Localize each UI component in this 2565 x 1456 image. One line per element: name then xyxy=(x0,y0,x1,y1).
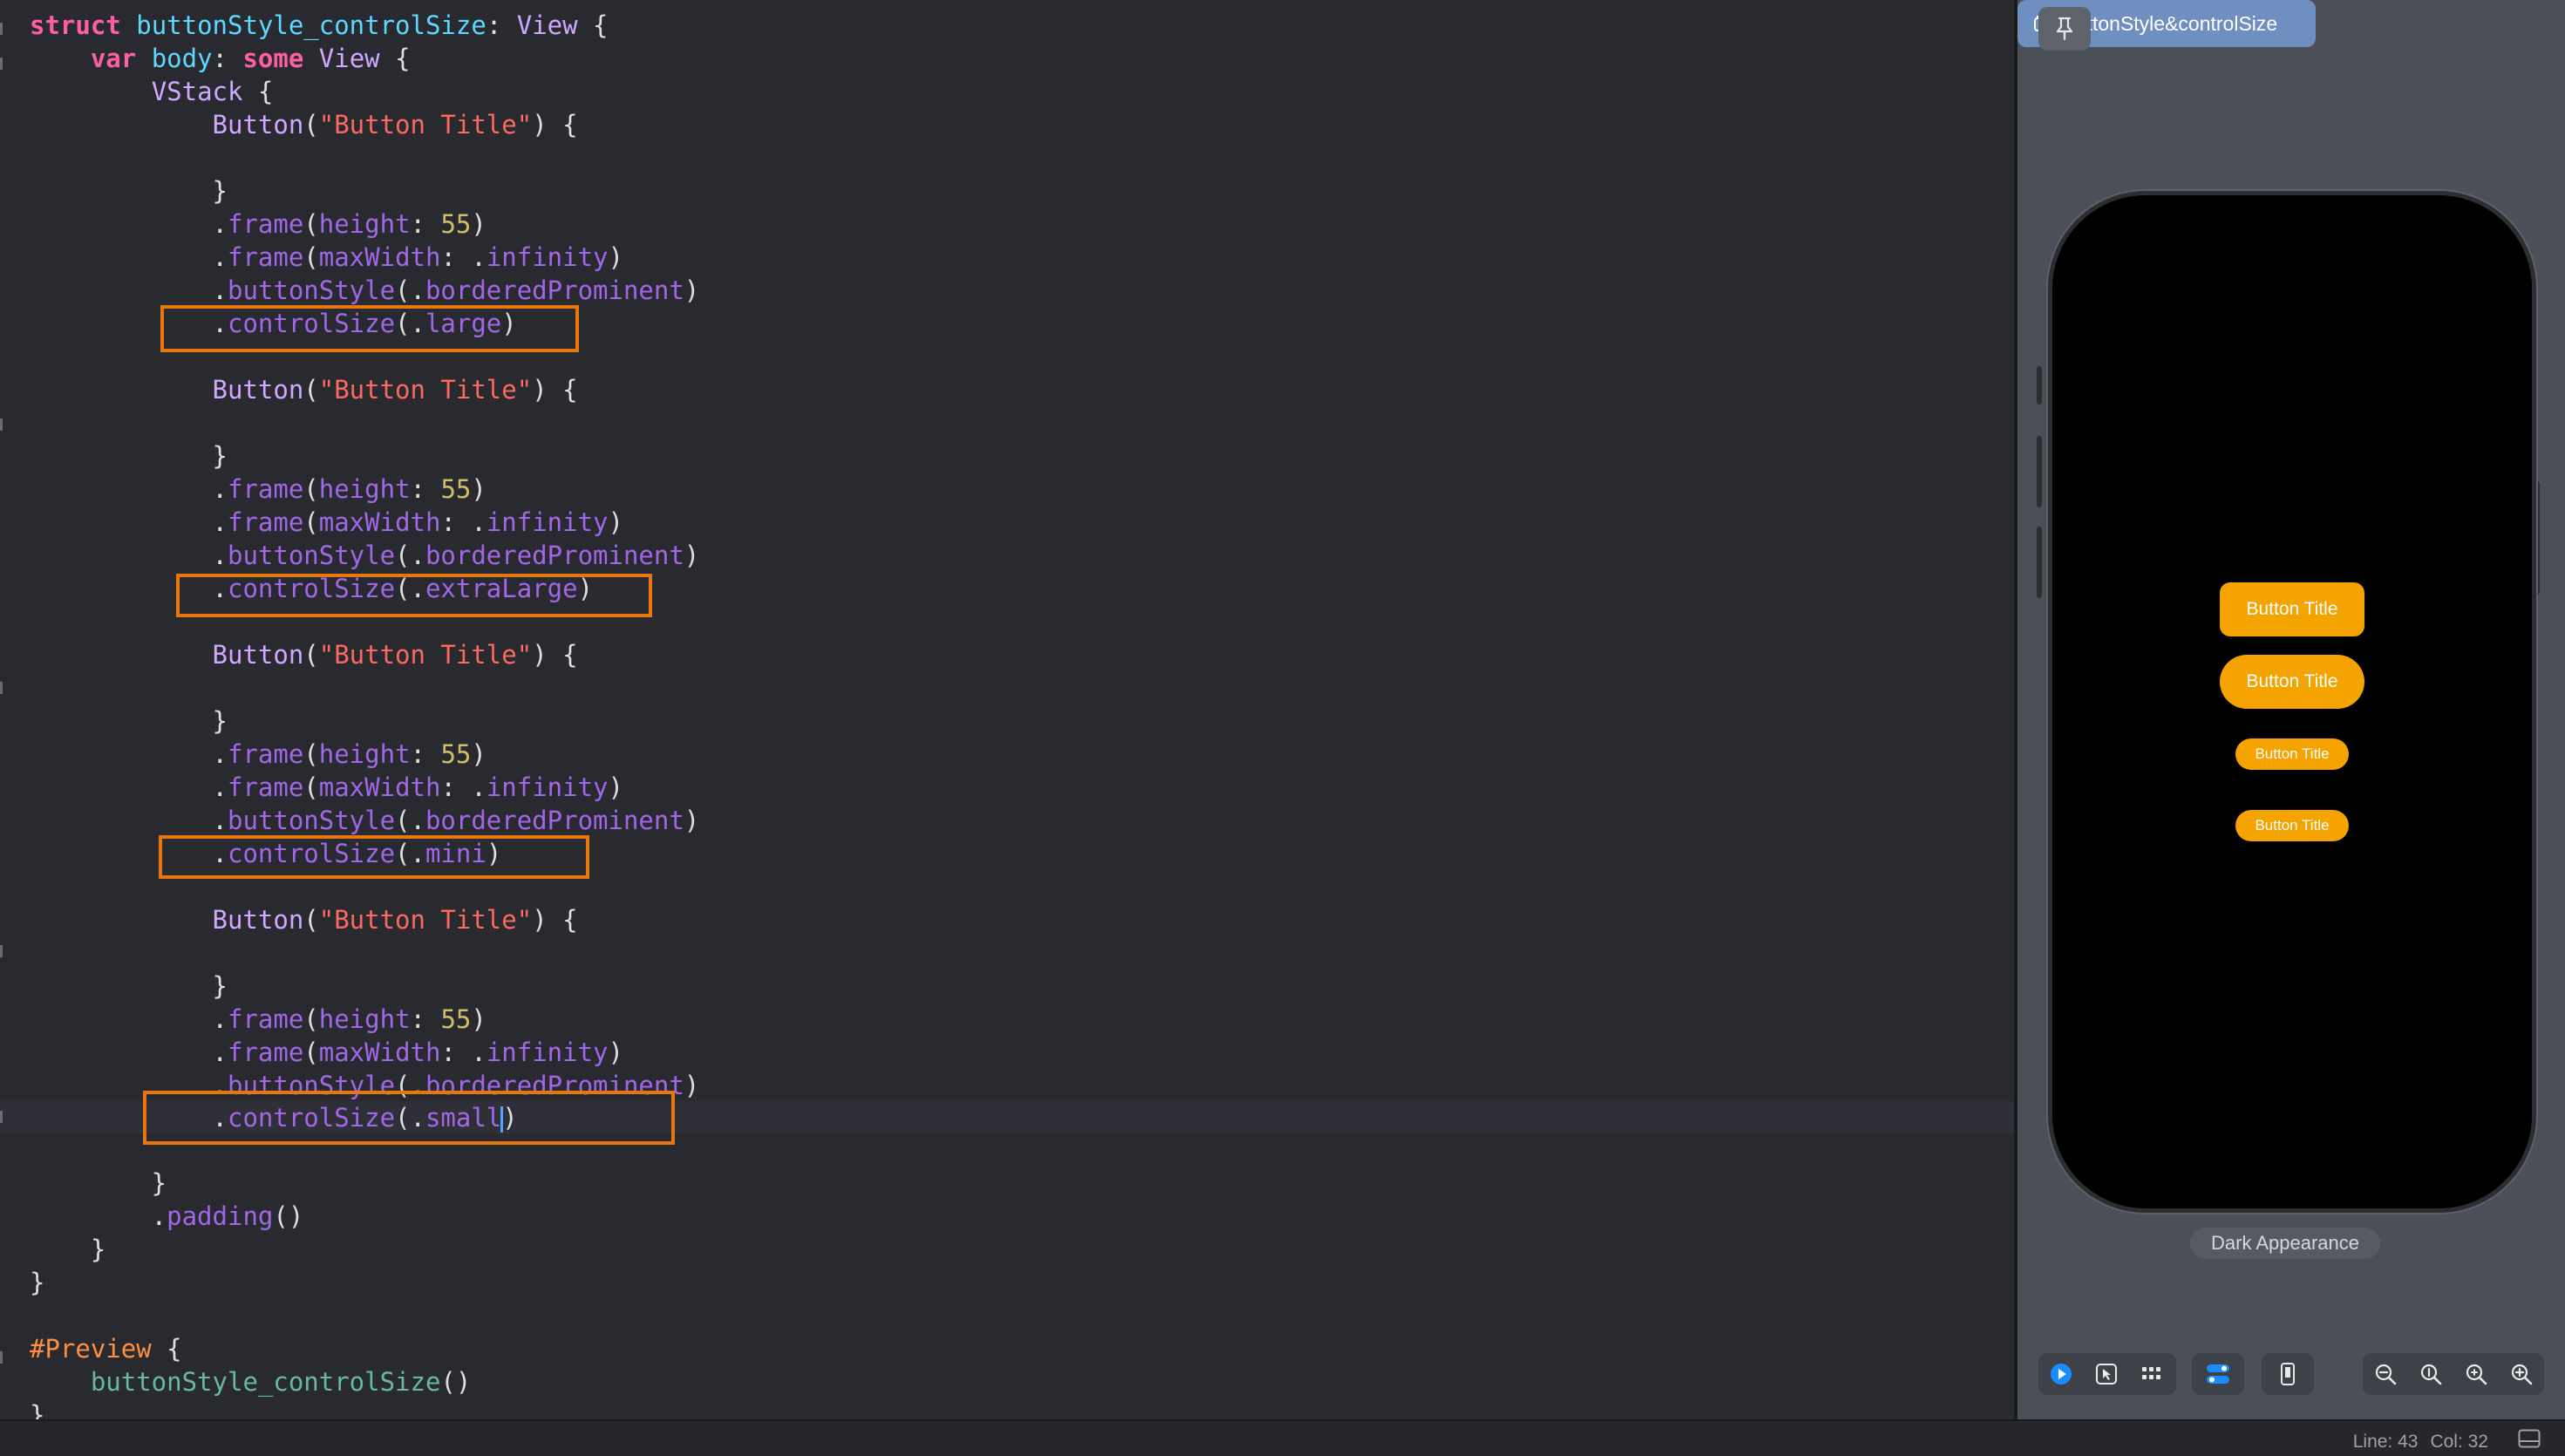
code-line-frame-maxwidth: .frame(maxWidth: .infinity) xyxy=(30,1038,624,1067)
code-line-frame-maxwidth: .frame(maxWidth: .infinity) xyxy=(30,772,624,802)
code-line-struct: struct buttonStyle_controlSize: View { xyxy=(30,10,609,40)
variants-mode-button[interactable] xyxy=(2129,1353,2174,1395)
zoom-fit-button[interactable] xyxy=(2453,1353,2499,1395)
code-line-close-brace: } xyxy=(30,441,228,471)
preview-button-small[interactable]: Button Title xyxy=(2235,810,2349,841)
code-line-button: Button("Button Title") { xyxy=(212,640,578,670)
line-number: Line: 43 xyxy=(2352,1432,2419,1452)
grid-variants-icon xyxy=(2142,1367,2160,1379)
code-line-button: Button("Button Title") { xyxy=(212,375,578,405)
gutter-marker xyxy=(0,23,3,35)
code-line-frame-maxwidth: .frame(maxWidth: .infinity) xyxy=(30,242,624,272)
code-line-padding: .padding() xyxy=(30,1201,304,1231)
cursor-position: Line: 43 Col: 32 xyxy=(2341,1432,2488,1453)
code-line-buttonstyle: .buttonStyle(.borderedProminent) xyxy=(30,541,700,570)
appearance-label[interactable]: Dark Appearance xyxy=(2190,1228,2380,1259)
preview-tab-label: buttonStyle&controlSize xyxy=(2065,11,2278,35)
code-line-button: Button("Button Title") { xyxy=(212,905,578,935)
highlight-box-small xyxy=(143,1091,675,1145)
live-mode-button[interactable] xyxy=(2038,1353,2084,1395)
device-group xyxy=(2262,1353,2314,1395)
status-bar: Line: 43 Col: 32 xyxy=(0,1419,2565,1456)
gutter-marker xyxy=(0,418,3,431)
preview-button-large[interactable]: Button Title xyxy=(2220,582,2364,636)
pin-icon xyxy=(2056,17,2073,41)
zoom-in-button[interactable] xyxy=(2499,1353,2544,1395)
code-line-close-body: } xyxy=(30,1235,106,1264)
code-line-frame-height: .frame(height: 55) xyxy=(30,209,486,239)
preview-button-label: Button Title xyxy=(2255,745,2330,762)
select-cursor-icon xyxy=(2096,1364,2117,1385)
device-settings-button[interactable] xyxy=(2195,1353,2241,1395)
code-line-vstack: VStack { xyxy=(151,77,274,106)
code-editor[interactable]: struct buttonStyle_controlSize: View { v… xyxy=(0,0,2014,1419)
device-icon xyxy=(2281,1363,2295,1385)
code-line-frame-height: .frame(height: 55) xyxy=(30,1004,486,1034)
preview-button-label: Button Title xyxy=(2246,671,2338,691)
code-line-preview-close: } xyxy=(30,1400,45,1419)
highlight-box-large xyxy=(160,305,579,352)
code-line-close-brace: } xyxy=(30,706,228,736)
column-number: Col: 32 xyxy=(2430,1432,2488,1452)
live-play-icon xyxy=(2051,1364,2072,1385)
pin-preview-button[interactable] xyxy=(2038,7,2091,51)
preview-mode-group xyxy=(2038,1353,2176,1395)
side-button-volume-down xyxy=(2037,527,2042,598)
code-line-frame-height: .frame(height: 55) xyxy=(30,739,486,769)
gutter-marker xyxy=(0,1111,3,1123)
code-line-preview-call: buttonStyle_controlSize() xyxy=(90,1367,472,1397)
code-line-frame-height: .frame(height: 55) xyxy=(30,474,486,504)
code-line-close-brace: } xyxy=(30,971,228,1001)
zoom-actual-button[interactable] xyxy=(2408,1353,2453,1395)
highlight-box-mini xyxy=(159,835,589,879)
side-button-volume-up xyxy=(2037,436,2042,507)
zoom-controls-group xyxy=(2363,1353,2544,1395)
code-line-close-vstack: } xyxy=(30,1168,167,1198)
code-line-buttonstyle: .buttonStyle(.borderedProminent) xyxy=(30,806,700,835)
code-line-frame-maxwidth: .frame(maxWidth: .infinity) xyxy=(30,507,624,537)
zoom-fit-icon xyxy=(2466,1364,2487,1385)
zoom-actual-icon xyxy=(2420,1364,2442,1385)
device-settings-group xyxy=(2192,1353,2244,1395)
preview-button-mini[interactable]: Button Title xyxy=(2235,738,2349,770)
device-button[interactable] xyxy=(2265,1353,2310,1395)
preview-canvas: buttonStyle&controlSize Button Title But… xyxy=(2017,0,2565,1419)
code-line-body: var body: some View { xyxy=(90,44,411,73)
gutter-marker xyxy=(0,945,3,957)
code-line-close-brace: } xyxy=(30,176,228,206)
zoom-out-icon xyxy=(2375,1364,2397,1385)
zoom-in-icon xyxy=(2511,1364,2533,1385)
gutter-marker xyxy=(0,58,3,70)
zoom-out-button[interactable] xyxy=(2363,1353,2408,1395)
preview-button-label: Button Title xyxy=(2246,599,2338,619)
gutter-marker xyxy=(0,1351,3,1364)
code-line-buttonstyle: .buttonStyle(.borderedProminent) xyxy=(30,276,700,305)
gutter-marker xyxy=(0,682,3,694)
highlight-box-extralarge xyxy=(176,574,652,617)
panel-toggle-icon[interactable] xyxy=(2518,1429,2541,1448)
side-button-mute xyxy=(2037,366,2042,405)
code-line-button: Button("Button Title") { xyxy=(212,110,578,139)
preview-button-extralarge[interactable]: Button Title xyxy=(2220,655,2364,709)
device-frame: Button Title Button Title Button Title B… xyxy=(2048,191,2536,1213)
device-settings-icon xyxy=(2207,1364,2229,1384)
code-line-close-struct: } xyxy=(30,1268,45,1297)
preview-button-label: Button Title xyxy=(2255,817,2330,833)
select-mode-button[interactable] xyxy=(2084,1353,2129,1395)
code-line-preview-macro: #Preview { xyxy=(30,1334,182,1364)
